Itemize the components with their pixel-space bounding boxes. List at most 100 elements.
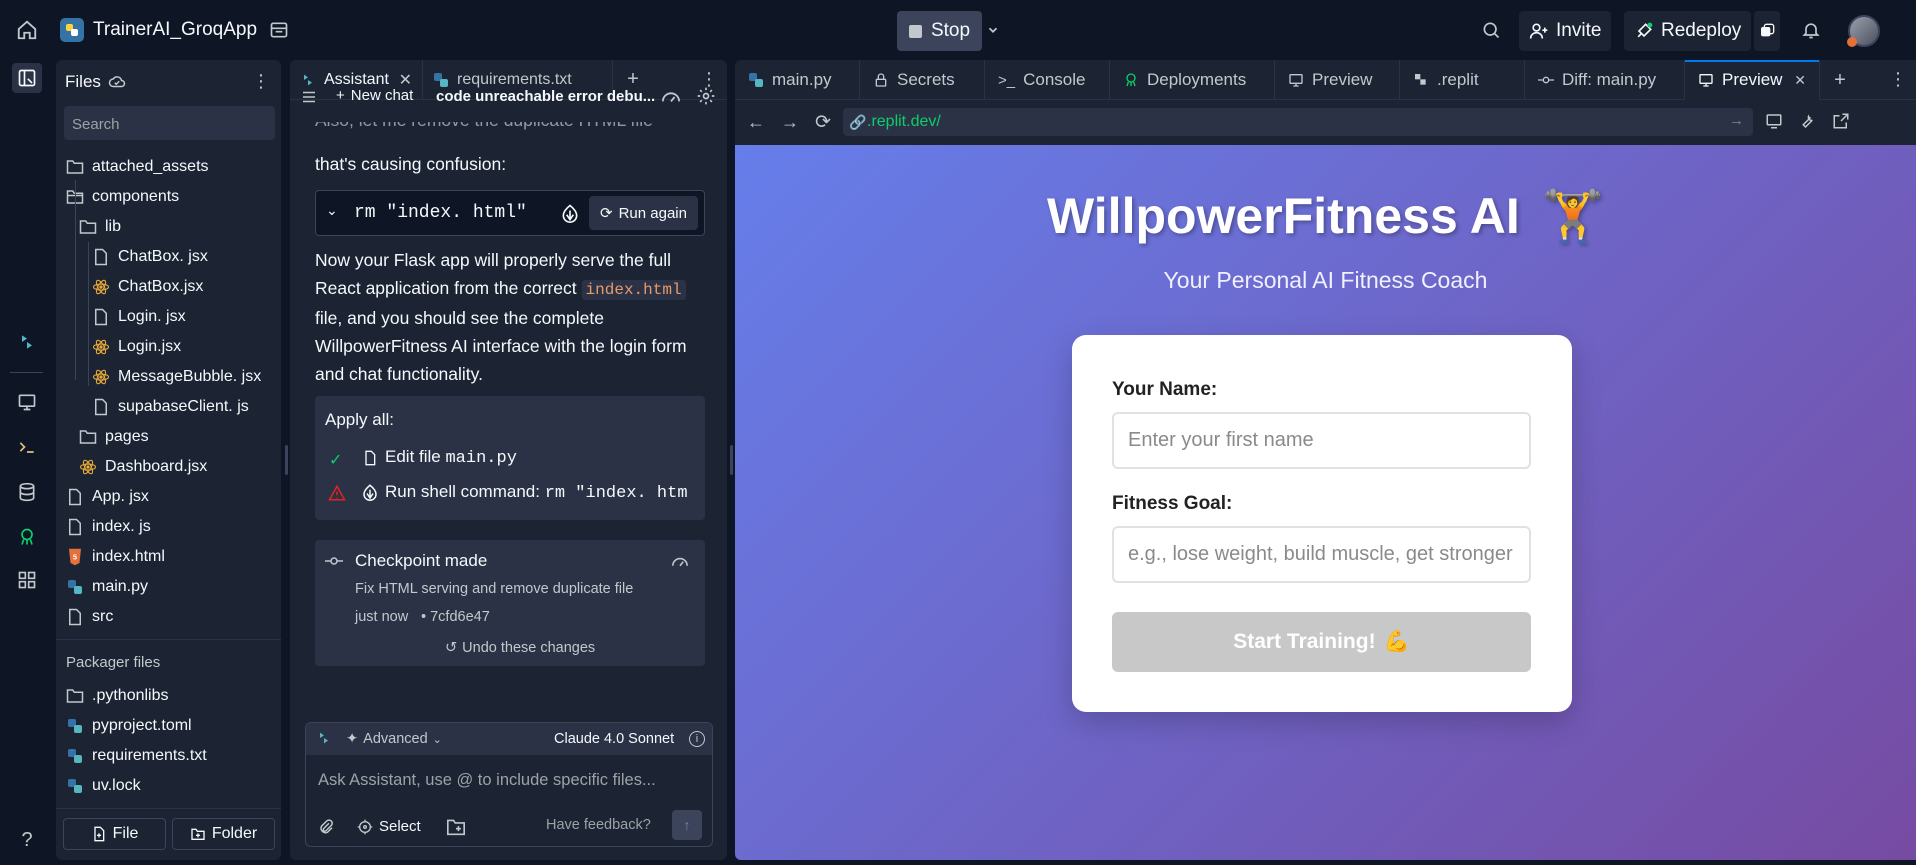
- chat-list-icon[interactable]: [300, 88, 318, 106]
- tab-console[interactable]: >_ Console: [985, 60, 1110, 100]
- console-icon[interactable]: [12, 432, 42, 462]
- preview-icon[interactable]: [12, 387, 42, 417]
- files-search-input[interactable]: Search: [64, 106, 275, 140]
- deploy-extra-icon[interactable]: [1754, 11, 1780, 51]
- file-tree-item[interactable]: Login.jsx: [92, 332, 181, 362]
- undo-changes-button[interactable]: ↺ Undo these changes: [445, 640, 595, 656]
- tab-preview-active[interactable]: Preview ✕: [1685, 60, 1820, 100]
- database-icon[interactable]: [12, 477, 42, 507]
- action-run-shell[interactable]: Run shell command: rm "index. htm: [385, 482, 695, 503]
- checkpoint-icon: [325, 553, 343, 569]
- info-icon[interactable]: i: [689, 731, 705, 747]
- new-file-button[interactable]: File: [63, 818, 166, 850]
- file-tree-item-label: supabaseClient. js: [118, 398, 249, 415]
- goal-input[interactable]: e.g., lose weight, build muscle, get str…: [1112, 526, 1531, 583]
- python-icon: [66, 717, 84, 735]
- packager-file-item[interactable]: pyproject.toml: [66, 711, 192, 741]
- file-tree-item[interactable]: index. js: [66, 512, 151, 542]
- chat-input[interactable]: Ask Assistant, use @ to include specific…: [318, 771, 656, 790]
- files-toggle-icon[interactable]: [12, 63, 42, 93]
- tab-main-py[interactable]: main.py: [735, 60, 860, 100]
- attach-icon[interactable]: [317, 818, 335, 836]
- assistant-icon[interactable]: [12, 327, 42, 357]
- file-tree-item[interactable]: Login. jsx: [92, 302, 186, 332]
- invite-button[interactable]: Invite: [1519, 11, 1612, 51]
- file-tree-item[interactable]: Dashboard.jsx: [79, 452, 207, 482]
- file-tree-item-label: index. js: [92, 518, 151, 535]
- new-tab-plus-icon[interactable]: +: [1820, 60, 1860, 100]
- back-arrow-icon[interactable]: ←: [747, 112, 765, 133]
- reload-icon[interactable]: ⟳: [815, 111, 831, 134]
- file-tree-item-label: src: [92, 608, 114, 625]
- tab-diff-main-py[interactable]: Diff: main.py: [1525, 60, 1685, 100]
- go-arrow-icon[interactable]: →: [1729, 112, 1744, 129]
- run-again-button[interactable]: ⟳ Run again: [589, 196, 698, 230]
- tab-menu-icon[interactable]: ⋮: [1880, 60, 1916, 99]
- shell-command: rm "index. html": [354, 203, 527, 223]
- file-tree-item[interactable]: src: [66, 602, 113, 632]
- file-tree-item[interactable]: MessageBubble. jsx: [92, 362, 261, 392]
- devtools-wrench-icon[interactable]: [1798, 112, 1816, 130]
- file-tree-item[interactable]: ChatBox. jsx: [92, 242, 208, 272]
- files-menu-icon[interactable]: ⋮: [252, 72, 270, 90]
- tab-label: Diff: main.py: [1562, 70, 1657, 89]
- chat-title[interactable]: code unreachable error debu...: [436, 88, 655, 105]
- app-info-icon[interactable]: [264, 15, 294, 45]
- bell-icon[interactable]: [1796, 15, 1826, 45]
- chevron-down-icon[interactable]: [978, 15, 1008, 45]
- resize-handle[interactable]: [285, 445, 288, 475]
- speed-icon[interactable]: [670, 553, 690, 569]
- redeploy-button[interactable]: Redeploy: [1624, 11, 1752, 51]
- new-chat-button[interactable]: + New chat: [336, 87, 413, 104]
- deployments-icon[interactable]: [12, 522, 42, 552]
- file-tree-item-label: ChatBox.jsx: [118, 278, 204, 295]
- speed-icon[interactable]: [660, 87, 682, 105]
- file-tree-item[interactable]: 5 index.html: [66, 542, 165, 572]
- tab-replit[interactable]: .replit: [1400, 60, 1525, 100]
- device-icon[interactable]: [1765, 112, 1783, 130]
- file-tree-item[interactable]: lib: [79, 212, 121, 242]
- file-tree-item[interactable]: attached_assets: [66, 152, 209, 182]
- model-label[interactable]: Claude 4.0 Sonnet: [554, 731, 674, 747]
- tab-secrets[interactable]: Secrets: [860, 60, 985, 100]
- folder-add-icon[interactable]: [446, 818, 466, 836]
- url-bar[interactable]: 🔗 .replit.dev/ →: [843, 108, 1753, 136]
- packager-file-item[interactable]: .pythonlibs: [66, 681, 169, 711]
- file-tree-item[interactable]: main.py: [66, 572, 148, 602]
- file-tree-item[interactable]: ChatBox.jsx: [92, 272, 203, 302]
- file-tree-item[interactable]: supabaseClient. js: [92, 392, 249, 422]
- avatar-badge: [1847, 37, 1857, 47]
- tab-deployments[interactable]: Deployments: [1110, 60, 1275, 100]
- packager-file-item[interactable]: uv.lock: [66, 771, 141, 801]
- tab-preview[interactable]: Preview: [1275, 60, 1400, 100]
- close-icon[interactable]: ✕: [1794, 72, 1806, 89]
- forward-arrow-icon[interactable]: →: [781, 112, 799, 133]
- file-tree-item[interactable]: App. jsx: [66, 482, 149, 512]
- name-input[interactable]: Enter your first name: [1112, 412, 1531, 469]
- react-icon: [79, 458, 97, 476]
- apps-grid-icon[interactable]: [12, 565, 42, 595]
- file-tree-item[interactable]: pages: [79, 422, 149, 452]
- weightlifter-icon: 🏋️: [1541, 188, 1604, 244]
- select-element-button[interactable]: Select: [357, 818, 421, 835]
- action-shell-command: rm "index. htm: [544, 484, 688, 503]
- open-external-icon[interactable]: [1832, 112, 1850, 130]
- stop-button[interactable]: Stop: [897, 11, 982, 51]
- search-icon[interactable]: [1476, 15, 1506, 45]
- feedback-link[interactable]: Have feedback?: [546, 817, 651, 833]
- start-training-button[interactable]: Start Training! 💪: [1112, 612, 1531, 672]
- file-tree-item[interactable]: components: [66, 182, 179, 212]
- monitor-icon: [1699, 74, 1713, 87]
- home-icon[interactable]: [12, 15, 42, 45]
- new-folder-button[interactable]: Folder: [172, 818, 275, 850]
- help-icon[interactable]: ?: [12, 825, 42, 855]
- advanced-dropdown[interactable]: ✦ Advanced ⌄: [346, 731, 442, 747]
- send-button[interactable]: ↑: [672, 810, 702, 840]
- packager-file-item[interactable]: requirements.txt: [66, 741, 207, 771]
- resize-handle[interactable]: [730, 445, 733, 475]
- file-tree-item-label: index.html: [92, 548, 165, 565]
- app-name[interactable]: TrainerAI_GroqApp: [93, 19, 257, 41]
- action-edit-file[interactable]: Edit file main.py: [385, 447, 517, 468]
- chevron-down-icon[interactable]: ⌄: [326, 202, 338, 219]
- settings-gear-icon[interactable]: [696, 86, 716, 106]
